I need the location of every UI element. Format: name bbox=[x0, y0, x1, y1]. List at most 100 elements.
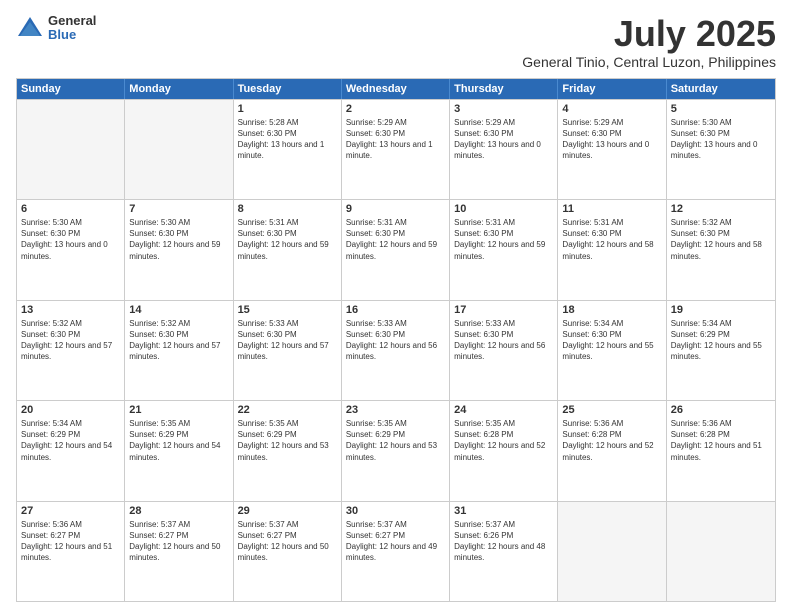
calendar-cell: 30 Sunrise: 5:37 AM Sunset: 6:27 PM Dayli… bbox=[342, 502, 450, 601]
calendar-cell: 25Sunrise: 5:36 AM Sunset: 6:28 PM Dayli… bbox=[558, 401, 666, 500]
calendar-header: SundayMondayTuesdayWednesdayThursdayFrid… bbox=[17, 79, 775, 99]
day-header-sunday: Sunday bbox=[17, 79, 125, 99]
day-header-tuesday: Tuesday bbox=[234, 79, 342, 99]
cell-info: Sunrise: 5:34 AM Sunset: 6:30 PM Dayligh… bbox=[562, 318, 661, 363]
calendar-cell bbox=[667, 502, 775, 601]
cell-info: Sunrise: 5:37 AM Sunset: 6:26 PM Dayligh… bbox=[454, 519, 553, 564]
cell-date-number: 24 bbox=[454, 404, 553, 416]
calendar-body: 1 Sunrise: 5:28 AM Sunset: 6:30 PM Daylig… bbox=[17, 99, 775, 601]
cell-date-number: 30 bbox=[346, 505, 445, 517]
day-header-monday: Monday bbox=[125, 79, 233, 99]
page: General Blue July 2025 General Tinio, Ce… bbox=[0, 0, 792, 612]
calendar-row-4: 20 Sunrise: 5:34 AM Sunset: 6:29 PM Dayli… bbox=[17, 400, 775, 500]
month-title: July 2025 bbox=[522, 14, 776, 54]
calendar-cell: 2 Sunrise: 5:29 AM Sunset: 6:30 PM Daylig… bbox=[342, 100, 450, 199]
cell-date-number: 9 bbox=[346, 203, 445, 215]
calendar-row-5: 27 Sunrise: 5:36 AM Sunset: 6:27 PM Dayli… bbox=[17, 501, 775, 601]
cell-info: Sunrise: 5:32 AM Sunset: 6:30 PM Dayligh… bbox=[21, 318, 120, 363]
calendar-row-3: 13Sunrise: 5:32 AM Sunset: 6:30 PM Dayli… bbox=[17, 300, 775, 400]
calendar-cell: 12Sunrise: 5:32 AM Sunset: 6:30 PM Dayli… bbox=[667, 200, 775, 299]
cell-date-number: 6 bbox=[21, 203, 120, 215]
cell-info: Sunrise: 5:31 AM Sunset: 6:30 PM Dayligh… bbox=[454, 217, 553, 262]
cell-info: Sunrise: 5:37 AM Sunset: 6:27 PM Dayligh… bbox=[129, 519, 228, 564]
header: General Blue July 2025 General Tinio, Ce… bbox=[16, 14, 776, 70]
calendar-cell: 11Sunrise: 5:31 AM Sunset: 6:30 PM Dayli… bbox=[558, 200, 666, 299]
logo-blue-label: Blue bbox=[48, 28, 96, 42]
cell-info: Sunrise: 5:30 AM Sunset: 6:30 PM Dayligh… bbox=[671, 117, 771, 162]
cell-date-number: 5 bbox=[671, 103, 771, 115]
logo-general-label: General bbox=[48, 14, 96, 28]
cell-date-number: 10 bbox=[454, 203, 553, 215]
calendar-cell: 16 Sunrise: 5:33 AM Sunset: 6:30 PM Dayli… bbox=[342, 301, 450, 400]
cell-info: Sunrise: 5:37 AM Sunset: 6:27 PM Dayligh… bbox=[346, 519, 445, 564]
calendar-cell: 31 Sunrise: 5:37 AM Sunset: 6:26 PM Dayli… bbox=[450, 502, 558, 601]
cell-info: Sunrise: 5:35 AM Sunset: 6:29 PM Dayligh… bbox=[129, 418, 228, 463]
cell-info: Sunrise: 5:33 AM Sunset: 6:30 PM Dayligh… bbox=[346, 318, 445, 363]
cell-date-number: 20 bbox=[21, 404, 120, 416]
cell-info: Sunrise: 5:35 AM Sunset: 6:29 PM Dayligh… bbox=[238, 418, 337, 463]
calendar-cell: 8 Sunrise: 5:31 AM Sunset: 6:30 PM Daylig… bbox=[234, 200, 342, 299]
cell-date-number: 18 bbox=[562, 304, 661, 316]
calendar-cell: 5 Sunrise: 5:30 AM Sunset: 6:30 PM Daylig… bbox=[667, 100, 775, 199]
cell-date-number: 14 bbox=[129, 304, 228, 316]
calendar-cell: 24 Sunrise: 5:35 AM Sunset: 6:28 PM Dayli… bbox=[450, 401, 558, 500]
calendar-row-2: 6 Sunrise: 5:30 AM Sunset: 6:30 PM Daylig… bbox=[17, 199, 775, 299]
cell-date-number: 21 bbox=[129, 404, 228, 416]
calendar-cell: 9 Sunrise: 5:31 AM Sunset: 6:30 PM Daylig… bbox=[342, 200, 450, 299]
calendar-cell: 21 Sunrise: 5:35 AM Sunset: 6:29 PM Dayli… bbox=[125, 401, 233, 500]
calendar-cell: 4Sunrise: 5:29 AM Sunset: 6:30 PM Daylig… bbox=[558, 100, 666, 199]
cell-info: Sunrise: 5:35 AM Sunset: 6:29 PM Dayligh… bbox=[346, 418, 445, 463]
cell-date-number: 27 bbox=[21, 505, 120, 517]
cell-date-number: 8 bbox=[238, 203, 337, 215]
calendar-cell: 18 Sunrise: 5:34 AM Sunset: 6:30 PM Dayli… bbox=[558, 301, 666, 400]
calendar-cell: 7 Sunrise: 5:30 AM Sunset: 6:30 PM Daylig… bbox=[125, 200, 233, 299]
calendar-cell bbox=[125, 100, 233, 199]
logo-text: General Blue bbox=[48, 14, 96, 43]
cell-info: Sunrise: 5:31 AM Sunset: 6:30 PM Dayligh… bbox=[238, 217, 337, 262]
calendar-cell bbox=[17, 100, 125, 199]
day-header-wednesday: Wednesday bbox=[342, 79, 450, 99]
cell-date-number: 22 bbox=[238, 404, 337, 416]
calendar-cell: 28 Sunrise: 5:37 AM Sunset: 6:27 PM Dayli… bbox=[125, 502, 233, 601]
calendar-cell: 3 Sunrise: 5:29 AM Sunset: 6:30 PM Daylig… bbox=[450, 100, 558, 199]
calendar-cell: 23Sunrise: 5:35 AM Sunset: 6:29 PM Dayli… bbox=[342, 401, 450, 500]
calendar-cell: 27 Sunrise: 5:36 AM Sunset: 6:27 PM Dayli… bbox=[17, 502, 125, 601]
title-block: July 2025 General Tinio, Central Luzon, … bbox=[522, 14, 776, 70]
cell-info: Sunrise: 5:34 AM Sunset: 6:29 PM Dayligh… bbox=[21, 418, 120, 463]
cell-info: Sunrise: 5:30 AM Sunset: 6:30 PM Dayligh… bbox=[129, 217, 228, 262]
cell-date-number: 7 bbox=[129, 203, 228, 215]
cell-date-number: 4 bbox=[562, 103, 661, 115]
calendar-cell bbox=[558, 502, 666, 601]
cell-date-number: 31 bbox=[454, 505, 553, 517]
cell-date-number: 3 bbox=[454, 103, 553, 115]
cell-info: Sunrise: 5:30 AM Sunset: 6:30 PM Dayligh… bbox=[21, 217, 120, 262]
cell-date-number: 26 bbox=[671, 404, 771, 416]
cell-date-number: 2 bbox=[346, 103, 445, 115]
calendar-cell: 14 Sunrise: 5:32 AM Sunset: 6:30 PM Dayli… bbox=[125, 301, 233, 400]
calendar-cell: 6 Sunrise: 5:30 AM Sunset: 6:30 PM Daylig… bbox=[17, 200, 125, 299]
location-title: General Tinio, Central Luzon, Philippine… bbox=[522, 54, 776, 70]
cell-date-number: 15 bbox=[238, 304, 337, 316]
cell-info: Sunrise: 5:34 AM Sunset: 6:29 PM Dayligh… bbox=[671, 318, 771, 363]
cell-info: Sunrise: 5:29 AM Sunset: 6:30 PM Dayligh… bbox=[454, 117, 553, 162]
calendar-cell: 22 Sunrise: 5:35 AM Sunset: 6:29 PM Dayli… bbox=[234, 401, 342, 500]
cell-date-number: 25 bbox=[562, 404, 661, 416]
cell-info: Sunrise: 5:28 AM Sunset: 6:30 PM Dayligh… bbox=[238, 117, 337, 162]
cell-info: Sunrise: 5:32 AM Sunset: 6:30 PM Dayligh… bbox=[129, 318, 228, 363]
cell-info: Sunrise: 5:36 AM Sunset: 6:27 PM Dayligh… bbox=[21, 519, 120, 564]
calendar-cell: 26 Sunrise: 5:36 AM Sunset: 6:28 PM Dayli… bbox=[667, 401, 775, 500]
cell-date-number: 19 bbox=[671, 304, 771, 316]
cell-date-number: 1 bbox=[238, 103, 337, 115]
cell-info: Sunrise: 5:35 AM Sunset: 6:28 PM Dayligh… bbox=[454, 418, 553, 463]
calendar-cell: 10 Sunrise: 5:31 AM Sunset: 6:30 PM Dayli… bbox=[450, 200, 558, 299]
cell-date-number: 29 bbox=[238, 505, 337, 517]
logo: General Blue bbox=[16, 14, 96, 43]
cell-info: Sunrise: 5:29 AM Sunset: 6:30 PM Dayligh… bbox=[346, 117, 445, 162]
calendar-cell: 17Sunrise: 5:33 AM Sunset: 6:30 PM Dayli… bbox=[450, 301, 558, 400]
day-header-saturday: Saturday bbox=[667, 79, 775, 99]
cell-date-number: 28 bbox=[129, 505, 228, 517]
cell-info: Sunrise: 5:36 AM Sunset: 6:28 PM Dayligh… bbox=[671, 418, 771, 463]
cell-info: Sunrise: 5:37 AM Sunset: 6:27 PM Dayligh… bbox=[238, 519, 337, 564]
cell-date-number: 16 bbox=[346, 304, 445, 316]
cell-info: Sunrise: 5:31 AM Sunset: 6:30 PM Dayligh… bbox=[346, 217, 445, 262]
